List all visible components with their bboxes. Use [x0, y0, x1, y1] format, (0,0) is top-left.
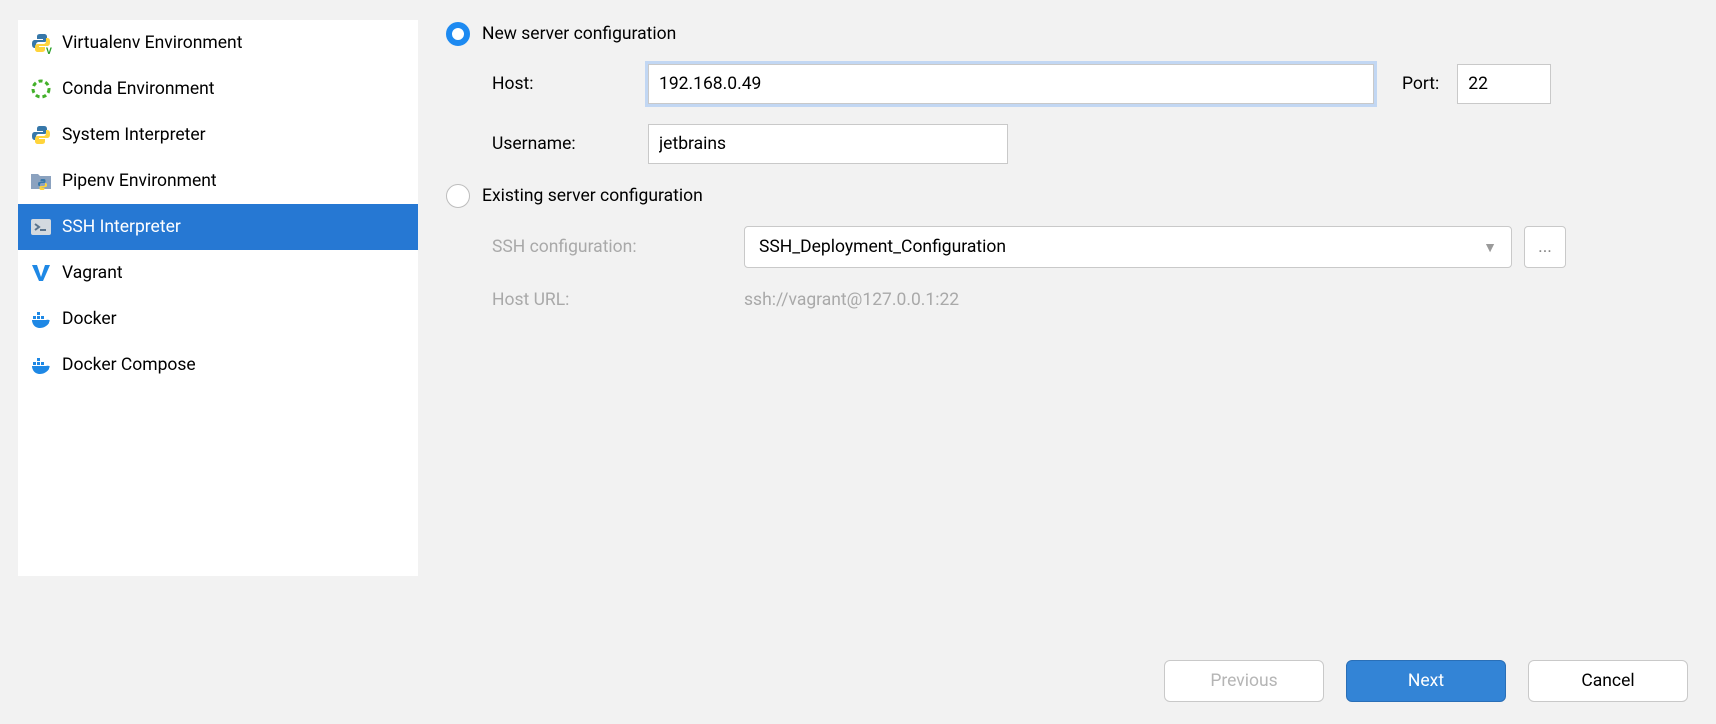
sidebar-item-docker[interactable]: Docker [18, 296, 418, 342]
sidebar-item-system[interactable]: System Interpreter [18, 112, 418, 158]
previous-button[interactable]: Previous [1164, 660, 1324, 702]
port-input[interactable] [1457, 64, 1551, 104]
radio-new-server[interactable] [446, 22, 470, 46]
sidebar-item-conda[interactable]: Conda Environment [18, 66, 418, 112]
sidebar-item-label: Docker [62, 309, 117, 329]
sidebar-item-label: System Interpreter [62, 125, 206, 145]
host-url-label: Host URL: [492, 290, 744, 310]
cancel-button[interactable]: Cancel [1528, 660, 1688, 702]
chevron-down-icon: ▼ [1483, 239, 1497, 256]
ssh-config-more-button[interactable]: ... [1524, 226, 1566, 268]
radio-existing-server[interactable] [446, 184, 470, 208]
sidebar-item-label: SSH Interpreter [62, 217, 181, 237]
ssh-config-row: SSH configuration: SSH_Deployment_Config… [492, 226, 1688, 268]
vagrant-icon [30, 262, 52, 284]
sidebar-item-label: Pipenv Environment [62, 171, 217, 191]
ssh-terminal-icon [30, 216, 52, 238]
host-input[interactable] [648, 64, 1374, 104]
interpreter-type-list: V Virtualenv Environment Conda Environme… [18, 20, 418, 576]
docker-compose-icon [30, 354, 52, 376]
sidebar-item-virtualenv[interactable]: V Virtualenv Environment [18, 20, 418, 66]
username-row: Username: [492, 124, 1688, 164]
main-panel: New server configuration Host: Port: Use… [418, 0, 1716, 724]
pipenv-folder-icon [30, 170, 52, 192]
host-url-row: Host URL: ssh://vagrant@127.0.0.1:22 [492, 290, 1688, 310]
ssh-config-label: SSH configuration: [492, 237, 744, 257]
radio-existing-row[interactable]: Existing server configuration [446, 184, 1688, 208]
sidebar-item-vagrant[interactable]: Vagrant [18, 250, 418, 296]
sidebar-item-docker-compose[interactable]: Docker Compose [18, 342, 418, 388]
port-label: Port: [1402, 74, 1439, 94]
host-row: Host: Port: [492, 64, 1688, 104]
ssh-config-select[interactable]: SSH_Deployment_Configuration ▼ [744, 226, 1512, 268]
radio-existing-label: Existing server configuration [482, 186, 703, 206]
ssh-config-selected-value: SSH_Deployment_Configuration [759, 237, 1006, 257]
host-label: Host: [492, 74, 648, 94]
sidebar-item-label: Docker Compose [62, 355, 196, 375]
sidebar-item-pipenv[interactable]: Pipenv Environment [18, 158, 418, 204]
sidebar-item-label: Vagrant [62, 263, 123, 283]
python-icon [30, 124, 52, 146]
next-button[interactable]: Next [1346, 660, 1506, 702]
conda-icon [30, 78, 52, 100]
dialog-root: V Virtualenv Environment Conda Environme… [0, 0, 1716, 724]
more-label: ... [1538, 237, 1552, 257]
radio-new-server-label: New server configuration [482, 24, 676, 44]
host-url-value: ssh://vagrant@127.0.0.1:22 [744, 290, 959, 310]
radio-new-server-row[interactable]: New server configuration [446, 22, 1688, 46]
sidebar-item-ssh[interactable]: SSH Interpreter [18, 204, 418, 250]
svg-text:V: V [46, 47, 52, 54]
docker-icon [30, 308, 52, 330]
username-label: Username: [492, 134, 648, 154]
python-virtualenv-icon: V [30, 32, 52, 54]
dialog-footer: Previous Next Cancel [1164, 660, 1688, 702]
username-input[interactable] [648, 124, 1008, 164]
sidebar-item-label: Virtualenv Environment [62, 33, 242, 53]
sidebar-item-label: Conda Environment [62, 79, 215, 99]
